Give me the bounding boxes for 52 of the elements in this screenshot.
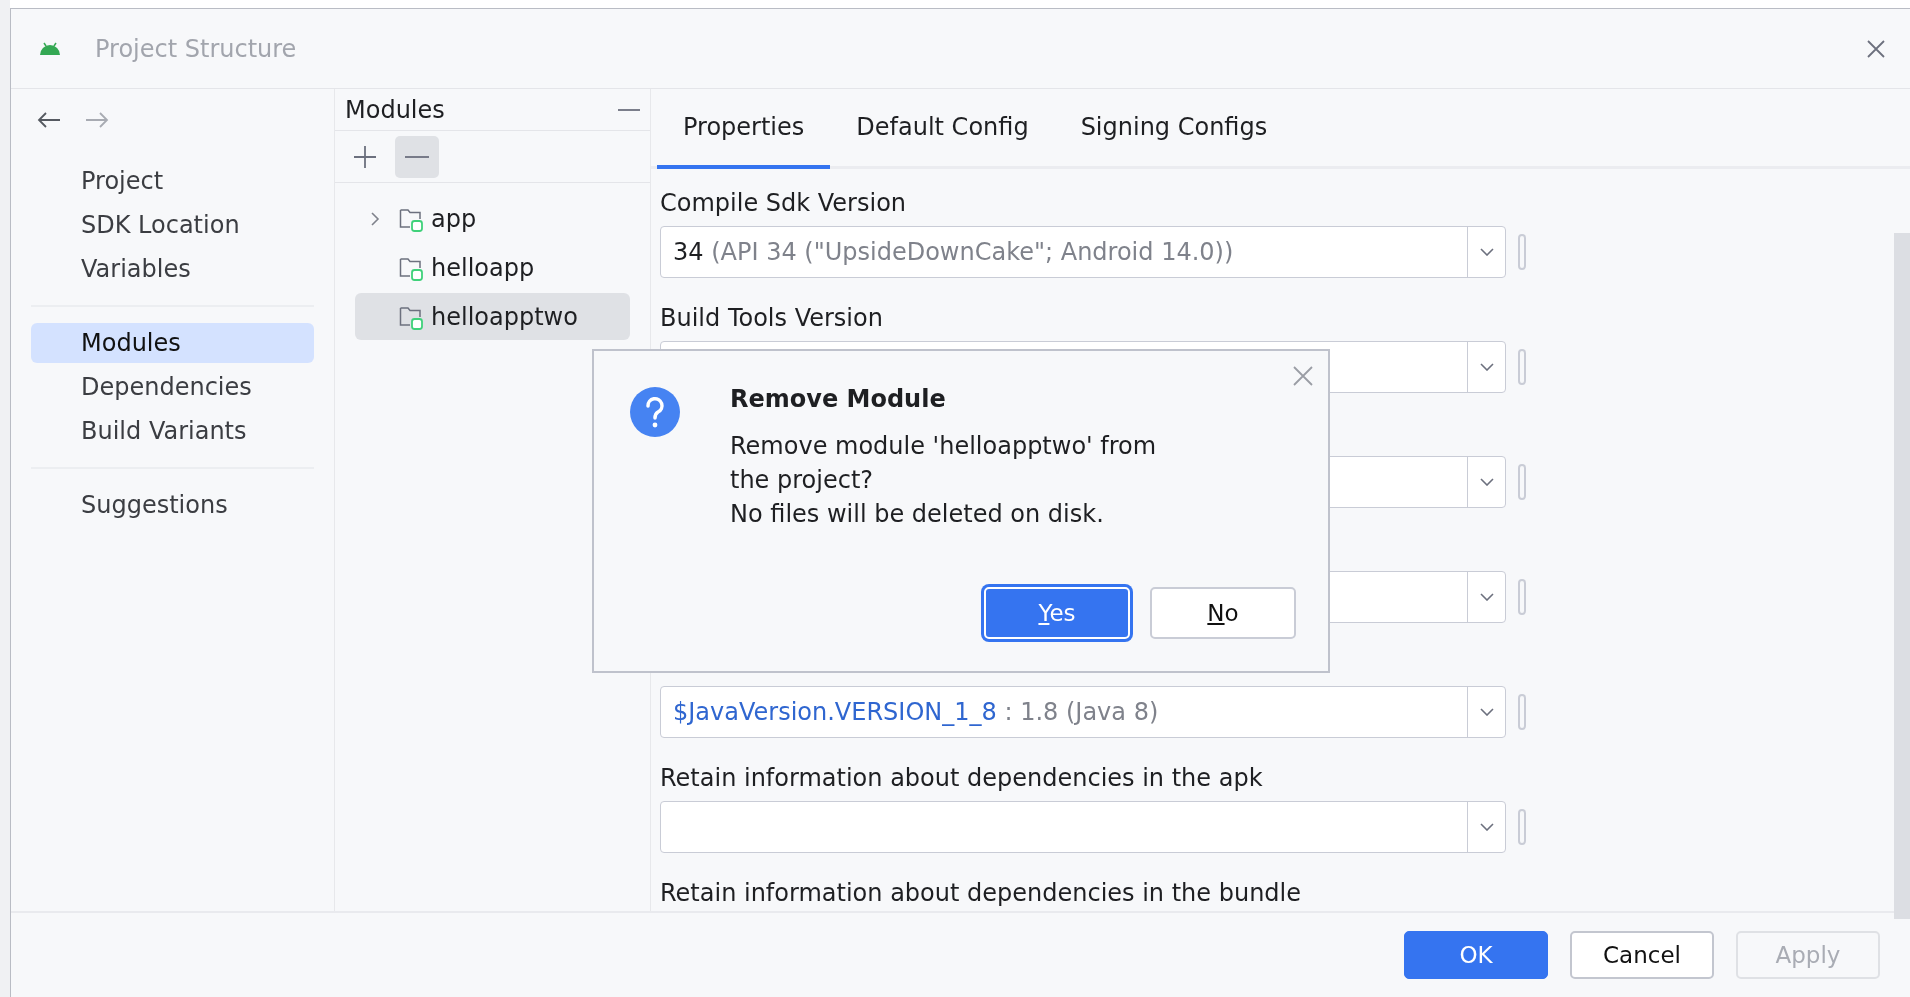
remove-button[interactable] <box>395 135 439 178</box>
close-icon[interactable] <box>1292 365 1314 387</box>
question-icon <box>630 387 680 437</box>
window-title: Project Structure <box>95 33 297 65</box>
field-label: Retain information about dependencies in the apk <box>660 763 1263 794</box>
minimize-icon[interactable] <box>618 107 640 112</box>
chevron-down-icon[interactable] <box>1479 478 1494 486</box>
chevron-icon[interactable] <box>370 210 380 227</box>
tab[interactable]: Properties <box>657 89 831 169</box>
dialog-title: Remove Module <box>730 384 947 415</box>
side-marker <box>1518 349 1526 385</box>
dropdown-field[interactable]: 34 (API 34 ("UpsideDownCake"; Android 14.0)) <box>660 226 1506 278</box>
minus-icon <box>405 154 429 159</box>
field-label: Compile Sdk Version <box>660 188 907 219</box>
nav-item[interactable]: Project <box>31 161 314 201</box>
chevron-down-icon[interactable] <box>1479 708 1494 716</box>
field-label: Build Tools Version <box>660 303 883 334</box>
tab[interactable]: Signing Configs <box>1054 89 1294 169</box>
side-marker <box>1518 579 1526 615</box>
nav-item[interactable]: Suggestions <box>31 485 314 525</box>
tab[interactable]: Default Config <box>830 89 1055 169</box>
dialog-button[interactable]: OK <box>1404 931 1548 979</box>
dialog-message: Remove module 'helloapptwo' from the project? <box>730 431 1158 496</box>
tree-item[interactable]: app <box>355 195 630 242</box>
nav-item[interactable]: SDK Location <box>31 205 314 245</box>
side-marker <box>1518 694 1526 730</box>
side-marker <box>1518 464 1526 500</box>
dialog-button[interactable]: Yes <box>984 587 1130 639</box>
side-marker <box>1518 809 1526 845</box>
tree-item[interactable]: helloapptwo <box>355 293 630 340</box>
side-marker <box>1518 234 1526 270</box>
field-label: Retain information about dependencies in the bundle <box>660 878 1302 909</box>
nav-item[interactable]: Variables <box>31 249 314 289</box>
chevron-down-icon[interactable] <box>1479 363 1494 371</box>
nav-item[interactable]: Build Variants <box>31 411 314 451</box>
chevron-down-icon[interactable] <box>1479 593 1494 601</box>
nav-item[interactable]: Modules <box>31 323 314 363</box>
back-arrow-icon[interactable] <box>37 111 61 129</box>
plus-icon <box>353 144 377 169</box>
close-icon[interactable] <box>1866 38 1886 59</box>
nav-item[interactable]: Dependencies <box>31 367 314 407</box>
dialog-button[interactable]: Cancel <box>1570 931 1714 979</box>
chevron-down-icon[interactable] <box>1479 248 1494 256</box>
panel-title: Modules <box>345 94 445 126</box>
chevron-down-icon[interactable] <box>1479 823 1494 831</box>
scrollbar[interactable] <box>1894 233 1910 919</box>
dropdown-field[interactable] <box>660 801 1506 853</box>
tree-item[interactable]: helloapp <box>355 244 630 291</box>
android-icon <box>39 41 61 56</box>
dropdown-field[interactable]: $JavaVersion.VERSION_1_8 : 1.8 (Java 8) <box>660 686 1506 738</box>
dialog-button[interactable]: No <box>1150 587 1296 639</box>
dialog-message: No files will be deleted on disk. <box>730 499 1105 530</box>
